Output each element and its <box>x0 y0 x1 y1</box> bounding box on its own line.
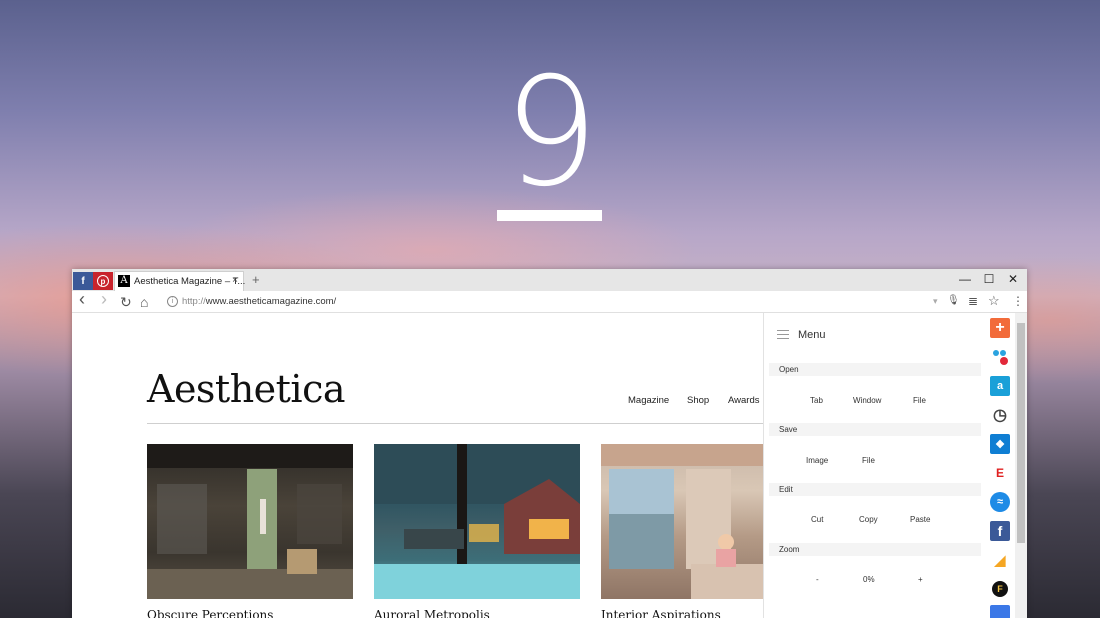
header-divider <box>147 423 763 424</box>
menu-edit-copy[interactable]: Copy <box>859 515 878 524</box>
menu-edit-paste[interactable]: Paste <box>910 515 930 524</box>
article-title-interior-aspirations[interactable]: Interior Aspirations <box>601 608 721 618</box>
menu-open-file[interactable]: File <box>913 396 926 405</box>
tab-aesthetica[interactable]: A Aesthetica Magazine – T... × <box>114 271 246 291</box>
scrollbar-thumb[interactable] <box>1017 323 1025 543</box>
more-menu-icon[interactable]: ⋮ <box>1012 294 1024 308</box>
article-image-auroral-metropolis[interactable] <box>374 444 580 599</box>
menu-section-edit: Edit <box>769 483 981 496</box>
microphone-icon[interactable]: 🎙 <box>947 295 960 306</box>
article-title-auroral-metropolis[interactable]: Auroral Metropolis <box>374 608 490 618</box>
url-host: www.aestheticamagazine.com/ <box>205 296 337 307</box>
dropbox-icon[interactable]: ❖ <box>990 434 1010 454</box>
extensions-sidebar: + a ◷ ❖ E ≈ f ◢ F <box>985 313 1015 618</box>
address-toolbar: ‹ › ↻ ⌂ i http://www.aestheticamagazine.… <box>72 290 1027 313</box>
pinned-tab-pinterest[interactable]: p <box>93 272 113 290</box>
zoom-level: 0% <box>863 575 875 584</box>
url-scheme: http:// <box>182 296 206 307</box>
menu-section-zoom: Zoom <box>769 543 981 556</box>
tab-title: Aesthetica Magazine – T... <box>134 276 246 287</box>
pinterest-icon: p <box>97 275 109 287</box>
tab-close-icon[interactable]: × <box>232 275 238 286</box>
facebook-icon: f <box>81 275 85 287</box>
scrollbar-track[interactable] <box>1015 313 1027 618</box>
forward-icon[interactable]: › <box>101 290 107 308</box>
article-title-obscure-perceptions[interactable]: Obscure Perceptions <box>147 608 273 618</box>
hero-underline <box>497 210 602 221</box>
site-logo[interactable]: Aesthetica <box>147 367 346 411</box>
plus-extension-icon[interactable]: + <box>990 318 1010 338</box>
zoom-in-button[interactable]: + <box>918 575 923 584</box>
easy-extension-icon[interactable]: E <box>990 463 1010 483</box>
menu-edit-cut[interactable]: Cut <box>811 515 823 524</box>
back-icon[interactable]: ‹ <box>79 290 85 308</box>
f-circle-glyph: F <box>992 581 1008 597</box>
browser-window: f p A Aesthetica Magazine – T... × + — ☐… <box>72 269 1027 618</box>
facebook-extension-icon[interactable]: f <box>990 521 1010 541</box>
dots-extension-icon[interactable] <box>990 347 1010 367</box>
hero-number: 9 <box>503 46 599 220</box>
close-window-button[interactable]: ✕ <box>1001 270 1025 288</box>
new-tab-button[interactable]: + <box>252 272 260 287</box>
a-extension-icon[interactable]: a <box>990 376 1010 396</box>
minimize-button[interactable]: — <box>953 270 977 288</box>
url-field[interactable]: http://www.aestheticamagazine.com/ <box>182 296 336 307</box>
menu-open-tab[interactable]: Tab <box>810 396 823 405</box>
menu-section-save: Save <box>769 423 981 436</box>
reader-view-icon[interactable]: ≣ <box>968 294 978 308</box>
site-info-icon[interactable]: i <box>167 296 178 307</box>
menu-open-window[interactable]: Window <box>853 396 881 405</box>
home-icon[interactable]: ⌂ <box>140 294 148 310</box>
nav-link-awards[interactable]: Awards <box>728 395 760 406</box>
browser-menu-panel: Menu Open Tab Window File Save Image Fil… <box>763 313 985 618</box>
article-image-obscure-perceptions[interactable] <box>147 444 353 599</box>
menu-save-file[interactable]: File <box>862 456 875 465</box>
menu-title: Menu <box>798 329 826 341</box>
article-image-interior-aspirations[interactable] <box>601 444 763 599</box>
reload-icon[interactable]: ↻ <box>120 294 132 310</box>
clock-extension-icon[interactable]: ◷ <box>990 405 1010 425</box>
docs-icon[interactable] <box>990 605 1010 618</box>
nav-link-magazine[interactable]: Magazine <box>628 395 669 406</box>
web-page: Aesthetica Magazine Shop Awards Obscure … <box>72 313 763 618</box>
tab-strip: f p A Aesthetica Magazine – T... × + — ☐… <box>72 269 1027 291</box>
nav-link-shop[interactable]: Shop <box>687 395 709 406</box>
menu-save-image[interactable]: Image <box>806 456 828 465</box>
messenger-icon[interactable]: ≈ <box>990 492 1010 512</box>
aesthetica-favicon-icon: A <box>118 275 130 287</box>
menu-section-open: Open <box>769 363 981 376</box>
f-circle-extension-icon[interactable]: F <box>990 579 1010 599</box>
tag-extension-icon[interactable]: ◢ <box>990 550 1010 570</box>
pinned-tab-facebook[interactable]: f <box>73 272 93 290</box>
zoom-out-button[interactable]: - <box>816 575 819 584</box>
hamburger-icon[interactable] <box>777 330 789 340</box>
bookmark-star-icon[interactable]: ☆ <box>988 293 1000 309</box>
maximize-button[interactable]: ☐ <box>977 270 1001 288</box>
url-dropdown-icon[interactable]: ▾ <box>933 296 938 307</box>
